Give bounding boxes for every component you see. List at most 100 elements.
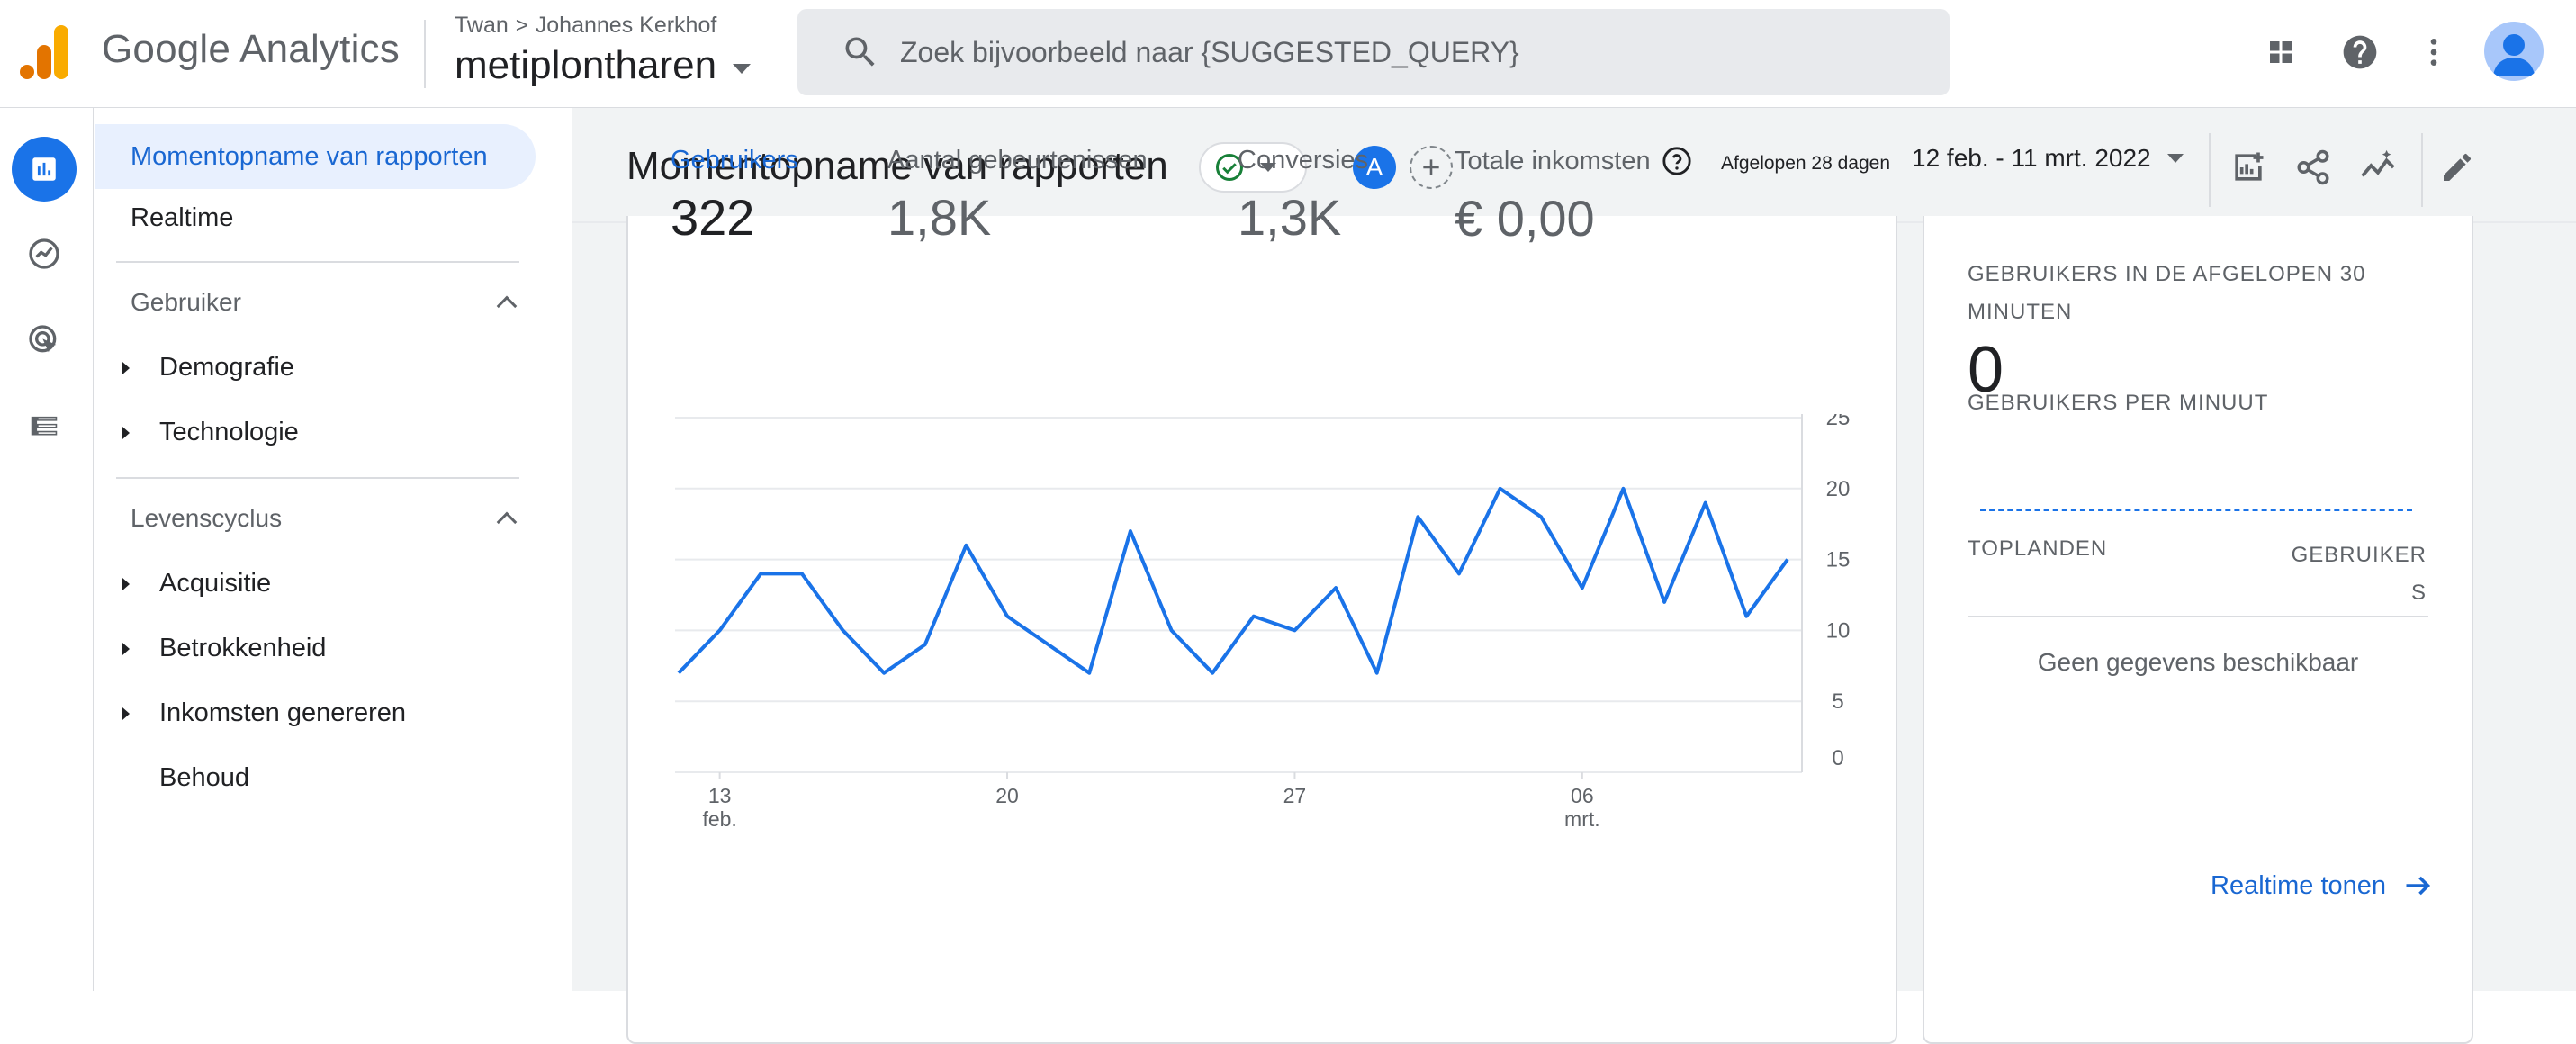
y-tick-label: 20 [1826, 477, 1851, 501]
advertising-icon [29, 325, 57, 353]
data-point[interactable] [676, 670, 681, 676]
y-tick-label: 10 [1826, 618, 1851, 643]
expand-arrow-icon [122, 706, 130, 720]
rail-reports[interactable] [12, 137, 77, 202]
data-point[interactable] [1086, 670, 1092, 676]
nav-item-demografie[interactable]: Demografie [122, 353, 294, 382]
nav-item-behoud[interactable]: Behoud [159, 763, 249, 793]
data-point[interactable] [1292, 627, 1297, 633]
date-range-selector[interactable]: 12 feb. - 11 mrt. 2022 [1912, 144, 2184, 173]
nav-item-label: Betrokkenheid [159, 634, 327, 662]
realtime-col-users: GEBRUIKERS [2291, 543, 2427, 605]
date-preset-badge[interactable]: Afgelopen 28 dagen [1714, 146, 1898, 182]
series-line-gebruikers[interactable] [677, 486, 1789, 675]
data-point[interactable] [1662, 599, 1667, 605]
metric-label: Gebruikers [671, 146, 798, 175]
more-vert-icon[interactable] [2412, 31, 2455, 74]
nav-realtime[interactable]: Realtime [131, 203, 233, 233]
rail-configure[interactable] [12, 394, 77, 459]
metric-value: 1,3K [1238, 189, 1342, 246]
data-point[interactable] [1251, 614, 1256, 619]
data-point[interactable] [1169, 627, 1175, 633]
header-divider [424, 20, 426, 88]
nav-section-user[interactable]: Gebruiker [131, 288, 519, 317]
expand-arrow-icon [122, 577, 130, 590]
metric-value: 1,8K [887, 189, 992, 246]
property-selector[interactable]: metiplontharen [455, 43, 752, 88]
header-divider [2209, 133, 2211, 207]
data-point[interactable] [717, 627, 723, 633]
data-point[interactable] [1004, 614, 1010, 619]
data-point[interactable] [1785, 557, 1790, 562]
user-avatar-icon [2493, 34, 2535, 76]
caret-down-icon [2166, 154, 2184, 163]
data-point[interactable] [923, 642, 928, 647]
configure-icon [31, 416, 58, 436]
data-point[interactable] [1580, 585, 1585, 590]
product-name[interactable]: Google Analytics [102, 27, 400, 72]
breadcrumb-account: Twan [455, 13, 509, 38]
realtime-link[interactable]: Realtime tonen [2211, 869, 2435, 902]
share-icon[interactable] [2288, 142, 2338, 193]
x-tick-label: 13 [708, 784, 732, 807]
search-input[interactable] [900, 35, 1890, 69]
realtime-empty-message: Geen gegevens beschikbaar [2037, 648, 2359, 676]
breadcrumb[interactable]: Twan > Johannes Kerkhof [455, 13, 716, 39]
data-point[interactable] [1333, 585, 1338, 590]
data-point[interactable] [881, 670, 887, 676]
customize-report-icon[interactable] [2223, 142, 2274, 193]
nav-item-acquisitie[interactable]: Acquisitie [122, 569, 272, 598]
metric-label: Conversies [1238, 146, 1369, 175]
nav-snapshot[interactable]: Momentopname van rapporten [95, 124, 536, 189]
data-point[interactable] [841, 627, 846, 633]
nav-item-betrokkenheid[interactable]: Betrokkenheid [122, 634, 327, 663]
search-bar[interactable] [797, 9, 1950, 95]
metric-label: Totale inkomsten [1455, 146, 1651, 176]
analytics-logo-icon[interactable] [20, 25, 70, 79]
nav-section-lifecycle[interactable]: Levenscyclus [131, 504, 519, 533]
nav-item-inkomsten[interactable]: Inkomsten genereren [122, 698, 406, 728]
help-icon[interactable] [2338, 31, 2382, 74]
data-point[interactable] [1620, 486, 1626, 491]
nav-item-label: Demografie [159, 353, 294, 382]
metric-value: € 0,00 [1455, 190, 1595, 247]
add-comparison-button[interactable] [1410, 146, 1453, 189]
help-circle-icon[interactable] [1662, 146, 1692, 176]
data-point[interactable] [758, 571, 763, 576]
apps-grid-icon[interactable] [2259, 31, 2302, 74]
data-point[interactable] [799, 571, 805, 576]
insights-icon[interactable] [2353, 142, 2403, 193]
search-icon [845, 37, 875, 67]
data-point[interactable] [1498, 486, 1503, 491]
plus-icon [1423, 159, 1439, 176]
nav-item-technologie[interactable]: Technologie [122, 418, 299, 447]
realtime-title: GEBRUIKERS IN DE AFGELOPEN 30 MINUTEN [1968, 262, 2366, 324]
expand-arrow-icon [122, 361, 130, 374]
data-point[interactable] [1046, 642, 1051, 647]
nav-item-label: Acquisitie [159, 569, 272, 598]
data-point[interactable] [1128, 528, 1133, 534]
data-point[interactable] [1538, 514, 1544, 519]
metric-tab-users[interactable]: Gebruikers 322 [671, 146, 798, 247]
data-point[interactable] [1415, 514, 1420, 519]
rail-advertising[interactable] [12, 308, 77, 373]
nav-divider [116, 261, 519, 263]
expand-arrow-icon [122, 426, 130, 439]
metric-tab-revenue[interactable]: Totale inkomsten € 0,00 [1455, 146, 1692, 248]
data-point[interactable] [1703, 500, 1708, 506]
data-point[interactable] [1374, 670, 1380, 676]
nav-divider [116, 477, 519, 479]
data-point[interactable] [1743, 614, 1749, 619]
y-tick-label: 0 [1832, 746, 1843, 770]
x-tick-label: 27 [1283, 784, 1307, 807]
metric-tab-conversions[interactable]: Conversies 1,3K [1238, 146, 1368, 247]
rail-explore[interactable] [12, 221, 77, 286]
data-point[interactable] [1210, 670, 1215, 676]
account-avatar[interactable] [2484, 22, 2544, 81]
data-point[interactable] [1456, 571, 1462, 576]
data-point[interactable] [963, 543, 968, 548]
metric-tab-events[interactable]: Aantal gebeurtenissen 1,8K [887, 146, 1148, 247]
realtime-card [1923, 216, 2473, 1044]
edit-pencil-icon[interactable] [2432, 142, 2482, 193]
header-divider [2421, 133, 2423, 207]
